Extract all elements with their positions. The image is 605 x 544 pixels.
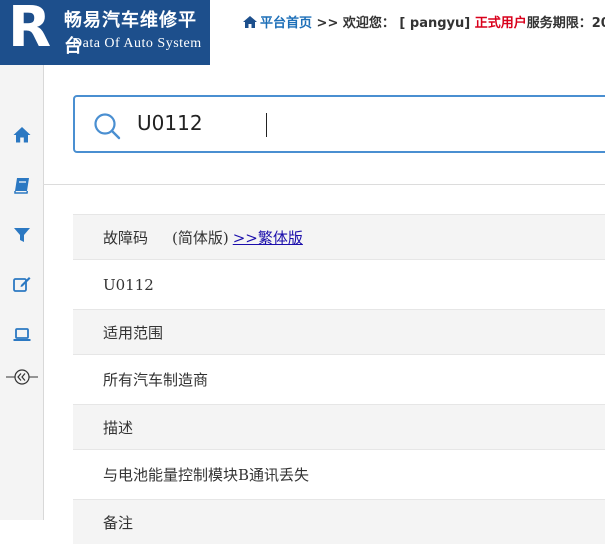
home-icon xyxy=(243,16,257,28)
brand-name-en: Data Of Auto System xyxy=(72,36,202,51)
home-link-label: 平台首页 xyxy=(260,16,313,31)
fault-code-value: U0112 xyxy=(103,275,154,294)
search-icon xyxy=(94,113,121,140)
fault-code-value-row: U0112 xyxy=(73,259,605,309)
result-table: 故障码 (简体版) >>繁体版 U0112 适用范围 所有汽车制造商 描述 与电… xyxy=(73,214,605,544)
traditional-version-link[interactable]: >>繁体版 xyxy=(233,227,303,248)
description-value: 与电池能量控制模块B通讯丢失 xyxy=(103,466,310,484)
book-icon[interactable] xyxy=(12,175,32,195)
search-box[interactable] xyxy=(73,95,605,153)
fault-code-label: 故障码 xyxy=(103,228,149,247)
description-value-row: 与电池能量控制模块B通讯丢失 xyxy=(73,449,605,499)
section-divider xyxy=(43,184,605,185)
note-label: 备注 xyxy=(103,513,134,532)
description-label: 描述 xyxy=(103,418,134,437)
scope-value: 所有汽车制造商 xyxy=(103,371,209,389)
search-input[interactable] xyxy=(137,111,537,135)
logo-letter: R xyxy=(8,0,52,60)
username: [ pangyu] xyxy=(399,16,471,31)
user-type-badge: 正式用户 xyxy=(474,16,527,31)
header: R 畅易汽车维修平台 Data Of Auto System 平台首页 >> 欢… xyxy=(0,0,605,65)
edit-icon[interactable] xyxy=(12,274,32,294)
text-cursor xyxy=(266,113,267,137)
collapse-icon[interactable] xyxy=(6,367,38,387)
top-nav: 平台首页 >> 欢迎您： [ pangyu] 正式用户服务期限：202 xyxy=(242,12,605,31)
description-header: 描述 xyxy=(73,404,605,449)
service-period: 服务期限：202 xyxy=(526,16,605,31)
simplified-label: (简体版) xyxy=(172,228,229,247)
note-header: 备注 xyxy=(73,499,605,544)
scope-value-row: 所有汽车制造商 xyxy=(73,354,605,404)
filter-icon[interactable] xyxy=(12,225,32,245)
scope-label: 适用范围 xyxy=(103,323,164,342)
nav-separator: >> xyxy=(316,16,339,31)
home-icon[interactable] xyxy=(12,125,32,145)
fault-code-header: 故障码 (简体版) >>繁体版 xyxy=(73,214,605,259)
logo[interactable]: R 畅易汽车维修平台 Data Of Auto System xyxy=(0,0,210,65)
scope-header: 适用范围 xyxy=(73,309,605,354)
home-link[interactable]: 平台首页 xyxy=(242,16,317,31)
welcome-text: 欢迎您： xyxy=(342,16,395,31)
sidebar xyxy=(0,65,44,520)
laptop-icon[interactable] xyxy=(12,324,32,344)
